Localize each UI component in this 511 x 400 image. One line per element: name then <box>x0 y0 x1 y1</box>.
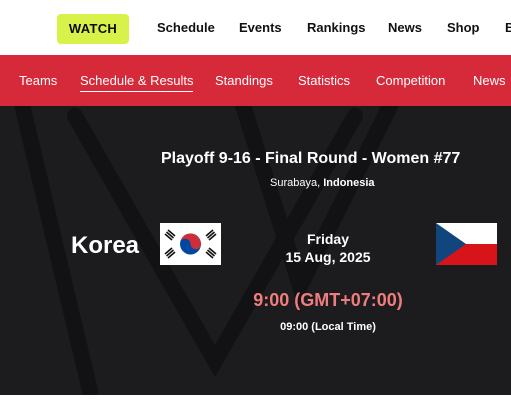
page-bottom-edge <box>0 395 511 400</box>
match-hero: Playoff 9-16 - Final Round - Women #77 S… <box>0 106 511 395</box>
sub-navigation: Teams Schedule & Results Standings Stati… <box>0 55 511 106</box>
nav-item-shop[interactable]: Shop <box>447 20 480 35</box>
match-location: Surabaya, Indonesia <box>270 177 375 189</box>
watch-button[interactable]: WATCH <box>57 14 129 44</box>
nav-item-rankings[interactable]: Rankings <box>307 20 366 35</box>
match-title: Playoff 9-16 - Final Round - Women #77 <box>161 150 461 167</box>
subnav-item-schedule-results[interactable]: Schedule & Results <box>80 73 194 92</box>
subnav-item-statistics[interactable]: Statistics <box>298 73 350 88</box>
top-navigation: WATCH Schedule Events Rankings News Shop… <box>0 0 511 55</box>
nav-item-truncated[interactable]: B <box>505 20 511 35</box>
subnav-item-competition[interactable]: Competition <box>376 73 445 88</box>
nav-item-events[interactable]: Events <box>239 20 282 35</box>
match-city: Surabaya, <box>270 177 324 189</box>
czech-republic-flag-icon <box>436 223 497 265</box>
match-time-gmt: 9:00 (GMT+07:00) <box>253 290 403 310</box>
match-date: 15 Aug, 2025 <box>285 249 371 265</box>
subnav-item-standings[interactable]: Standings <box>215 73 273 88</box>
home-team-name[interactable]: Korea <box>71 232 139 260</box>
south-korea-flag-icon <box>160 223 221 265</box>
match-time-local: 09:00 (Local Time) <box>280 321 376 333</box>
match-country: Indonesia <box>323 177 375 189</box>
subnav-item-teams[interactable]: Teams <box>19 73 57 88</box>
subnav-item-news[interactable]: News <box>473 73 506 88</box>
match-day: Friday <box>306 231 349 247</box>
nav-item-news[interactable]: News <box>388 20 422 35</box>
nav-item-schedule[interactable]: Schedule <box>157 20 215 35</box>
